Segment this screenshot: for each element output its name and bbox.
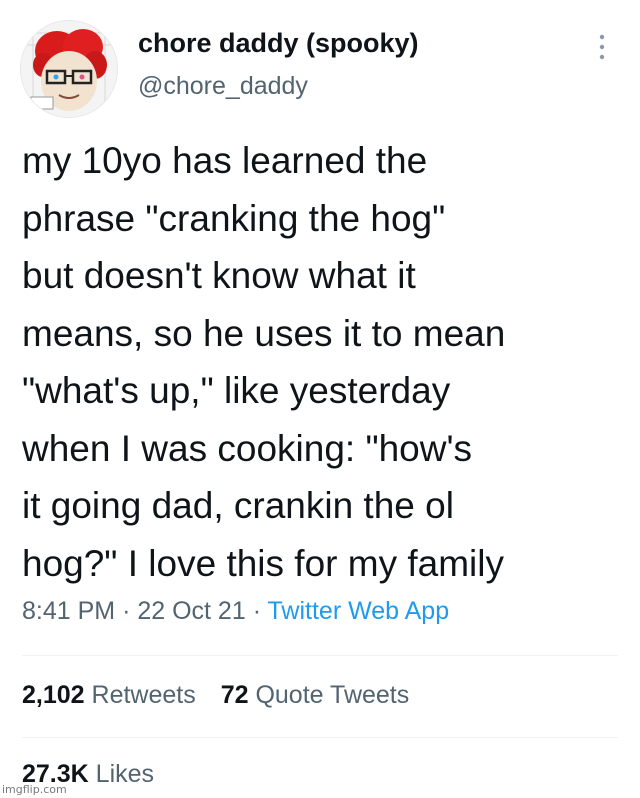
quote-tweets-label: Quote Tweets: [255, 681, 410, 709]
divider: [22, 737, 618, 738]
tweet-time[interactable]: 8:41 PM: [22, 597, 115, 625]
retweets-count: 2,102: [22, 681, 85, 709]
avatar-image: [21, 21, 117, 117]
meta-separator: ·: [252, 597, 262, 625]
tweet-date[interactable]: 22 Oct 21: [137, 597, 245, 625]
tweet-card: chore daddy (spooky) @chore_daddy my 10y…: [0, 0, 640, 798]
more-vertical-icon[interactable]: [594, 32, 610, 62]
display-name[interactable]: chore daddy (spooky): [138, 28, 419, 59]
user-handle[interactable]: @chore_daddy: [138, 72, 308, 101]
avatar[interactable]: [20, 20, 118, 118]
likes-label: Likes: [95, 760, 155, 788]
tweet-source-link[interactable]: Twitter Web App: [268, 597, 450, 625]
retweets-stat[interactable]: 2,102 Retweets: [22, 681, 196, 709]
retweets-label: Retweets: [91, 681, 196, 709]
quote-tweets-stat[interactable]: 72 Quote Tweets: [221, 681, 410, 709]
divider: [22, 655, 618, 656]
quote-tweets-count: 72: [220, 681, 249, 709]
tweet-meta: 8:41 PM · 22 Oct 21 · Twitter Web App: [22, 597, 449, 626]
engagement-stats: 2,102 Retweets 72 Quote Tweets: [22, 681, 427, 710]
meta-separator: ·: [122, 597, 131, 625]
tweet-text: my 10yo has learned the phrase "cranking…: [22, 140, 506, 584]
watermark: imgflip.com: [2, 783, 67, 796]
